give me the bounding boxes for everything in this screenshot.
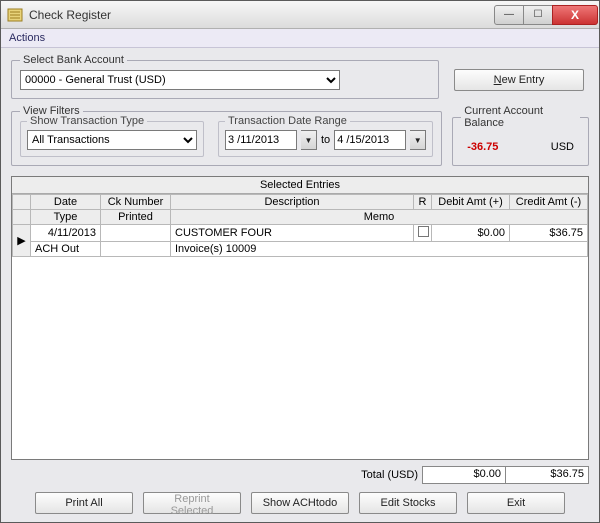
cell-r[interactable] bbox=[414, 225, 432, 242]
hdr-credit[interactable]: Credit Amt (-) bbox=[510, 195, 588, 210]
grid-title: Selected Entries bbox=[12, 177, 588, 194]
date-range-label: Transaction Date Range bbox=[225, 115, 350, 127]
cell-date[interactable]: 4/11/2013 bbox=[31, 225, 101, 242]
window-title: Check Register bbox=[29, 8, 495, 22]
table-row[interactable]: ▶ 4/11/2013 CUSTOMER FOUR $0.00 $36.75 bbox=[13, 225, 588, 242]
print-all-button[interactable]: Print All bbox=[35, 492, 133, 514]
grid-table: Date Ck Number Description R Debit Amt (… bbox=[12, 194, 588, 257]
cell-debit[interactable]: $0.00 bbox=[432, 225, 510, 242]
footer: Total (USD) $0.00 $36.75 Print All Repri… bbox=[11, 466, 589, 514]
show-type-label: Show Transaction Type bbox=[27, 115, 147, 127]
bank-account-select[interactable]: 00000 - General Trust (USD) bbox=[20, 70, 340, 90]
cell-ck[interactable] bbox=[101, 225, 171, 242]
date-from-dropdown-icon[interactable]: ▼ bbox=[301, 130, 317, 150]
row-pointer-icon: ▶ bbox=[13, 225, 31, 257]
show-achtodo-button[interactable]: Show ACHtodo bbox=[251, 492, 349, 514]
view-filters-group: View Filters Show Transaction Type All T… bbox=[11, 105, 442, 166]
date-from-input[interactable] bbox=[225, 130, 297, 150]
total-debit: $0.00 bbox=[422, 466, 506, 484]
hdr-type[interactable]: Type bbox=[31, 210, 101, 225]
cell-type[interactable]: ACH Out bbox=[31, 242, 101, 257]
exit-button[interactable]: Exit bbox=[467, 492, 565, 514]
grid-header-2: Type Printed Memo bbox=[13, 210, 588, 225]
edit-stocks-button[interactable]: Edit Stocks bbox=[359, 492, 457, 514]
cell-desc[interactable]: CUSTOMER FOUR bbox=[171, 225, 414, 242]
reprint-selected-button: Reprint Selected bbox=[143, 492, 241, 514]
date-to-input[interactable] bbox=[334, 130, 406, 150]
bank-account-legend: Select Bank Account bbox=[20, 54, 127, 66]
cell-printed[interactable] bbox=[101, 242, 171, 257]
grid-header-1: Date Ck Number Description R Debit Amt (… bbox=[13, 195, 588, 210]
totals-row: Total (USD) $0.00 $36.75 bbox=[11, 466, 589, 484]
button-row: Print All Reprint Selected Show ACHtodo … bbox=[11, 492, 589, 514]
entries-grid: Selected Entries Date Ck Number Descript… bbox=[11, 176, 589, 460]
date-to-word: to bbox=[321, 134, 330, 146]
balance-group: Current Account Balance -36.75 USD bbox=[452, 105, 589, 166]
balance-currency: USD bbox=[551, 141, 574, 153]
cell-credit[interactable]: $36.75 bbox=[510, 225, 588, 242]
hdr-memo[interactable]: Memo bbox=[171, 210, 588, 225]
hdr-date[interactable]: Date bbox=[31, 195, 101, 210]
balance-value: -36.75 bbox=[467, 141, 498, 153]
reconciled-checkbox[interactable] bbox=[418, 226, 429, 237]
app-icon bbox=[7, 7, 23, 23]
grid-empty-area bbox=[12, 257, 588, 459]
titlebar: Check Register — ☐ X bbox=[1, 1, 599, 29]
bank-account-group: Select Bank Account 00000 - General Trus… bbox=[11, 54, 439, 99]
date-range-group: Transaction Date Range ▼ to ▼ bbox=[218, 121, 433, 157]
window-buttons: — ☐ X bbox=[495, 5, 598, 25]
totals-label: Total (USD) bbox=[361, 469, 418, 481]
minimize-button[interactable]: — bbox=[494, 5, 524, 25]
maximize-button[interactable]: ☐ bbox=[523, 5, 553, 25]
balance-legend: Current Account Balance bbox=[461, 105, 580, 129]
menubar: Actions bbox=[1, 29, 599, 48]
hdr-desc[interactable]: Description bbox=[171, 195, 414, 210]
close-button[interactable]: X bbox=[552, 5, 598, 25]
window: Check Register — ☐ X Actions Select Bank… bbox=[0, 0, 600, 523]
hdr-printed[interactable]: Printed bbox=[101, 210, 171, 225]
show-type-group: Show Transaction Type All Transactions bbox=[20, 121, 204, 157]
hdr-ck[interactable]: Ck Number bbox=[101, 195, 171, 210]
table-row[interactable]: ACH Out Invoice(s) 10009 bbox=[13, 242, 588, 257]
new-entry-button[interactable]: New Entry bbox=[454, 69, 584, 91]
total-credit: $36.75 bbox=[505, 466, 589, 484]
menu-actions[interactable]: Actions bbox=[9, 32, 45, 44]
content: Select Bank Account 00000 - General Trus… bbox=[1, 48, 599, 522]
hdr-r[interactable]: R bbox=[414, 195, 432, 210]
cell-memo[interactable]: Invoice(s) 10009 bbox=[171, 242, 588, 257]
hdr-debit[interactable]: Debit Amt (+) bbox=[432, 195, 510, 210]
transaction-type-select[interactable]: All Transactions bbox=[27, 130, 197, 150]
date-to-dropdown-icon[interactable]: ▼ bbox=[410, 130, 426, 150]
